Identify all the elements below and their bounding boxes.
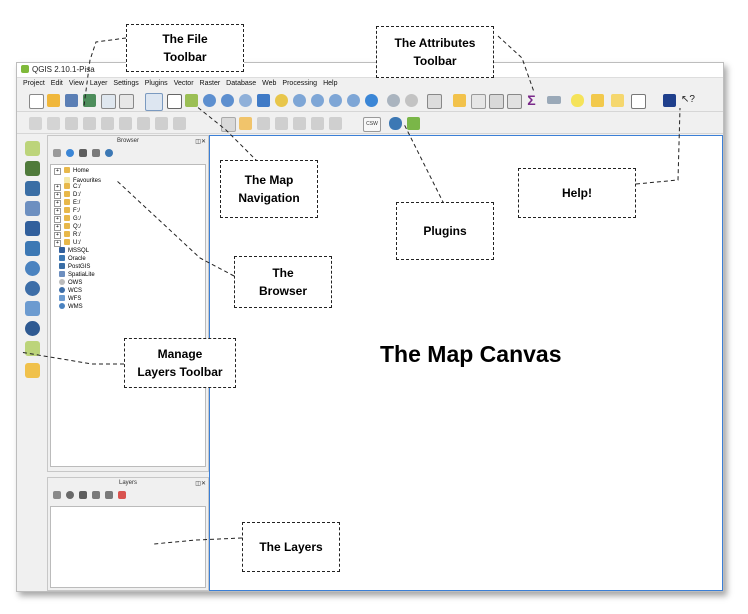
callout-plugins: Plugins [396, 202, 494, 260]
callout-manage-layers-toolbar: Manage Layers Toolbar [124, 338, 236, 388]
callout-help: Help! [518, 168, 636, 218]
callout-layers: The Layers [242, 522, 340, 572]
plugins-connector [403, 123, 445, 205]
callout-browser: The Browser [234, 256, 332, 308]
map-navigation-connector [195, 105, 259, 163]
callout-connectors [19, 35, 681, 545]
attributes-toolbar-connector [497, 35, 535, 93]
browser-connector [115, 179, 235, 277]
callout-attributes-toolbar: The Attributes Toolbar [376, 26, 494, 78]
callout-map-navigation: The Map Navigation [220, 160, 318, 218]
file-toolbar-connector [83, 37, 127, 107]
manage-layers-connector [19, 351, 124, 365]
help-connector [635, 107, 681, 185]
callout-file-toolbar: The File Toolbar [126, 24, 244, 72]
layers-connector [153, 537, 243, 545]
